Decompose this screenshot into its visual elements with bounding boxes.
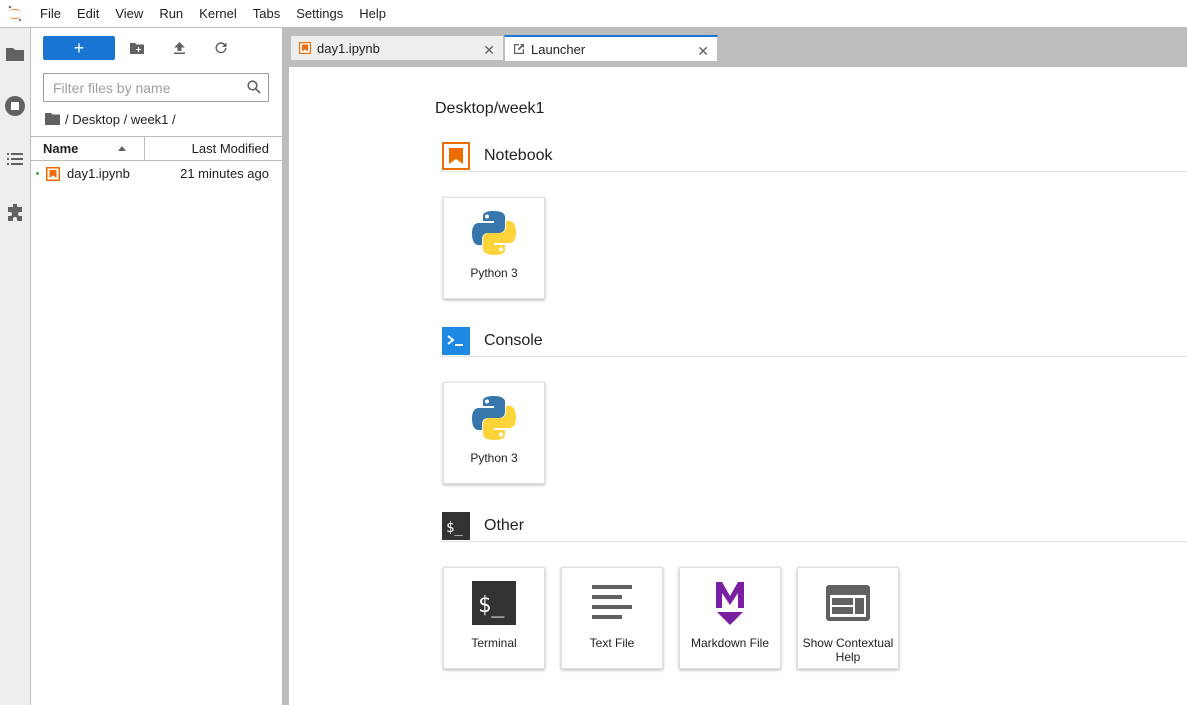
refresh-icon <box>215 42 227 54</box>
terminal-card[interactable]: $_ Terminal <box>443 567 545 669</box>
console-python3-card[interactable]: Python 3 <box>443 382 545 484</box>
plus-icon: + <box>73 38 85 58</box>
notebook-python3-card[interactable]: Python 3 <box>443 197 545 299</box>
menu-edit[interactable]: Edit <box>69 0 107 28</box>
terminal-icon: $_ <box>444 578 544 628</box>
stop-circle-icon <box>5 96 25 116</box>
new-folder-button[interactable] <box>125 38 149 58</box>
name-column-header[interactable]: Name <box>31 137 145 160</box>
menu-help[interactable]: Help <box>351 0 394 28</box>
menu-run[interactable]: Run <box>151 0 191 28</box>
breadcrumb-week1[interactable]: week1 <box>131 112 169 127</box>
markdown-file-card[interactable]: Markdown File <box>679 567 781 669</box>
tab-label: Launcher <box>531 41 586 57</box>
main-tab-bar: day1.ipynb ✕ Launcher ✕ <box>289 28 1187 67</box>
notebook-icon <box>299 42 311 54</box>
menu-kernel[interactable]: Kernel <box>191 0 245 28</box>
new-launcher-button[interactable]: + <box>43 36 115 60</box>
file-name: day1.ipynb <box>67 166 130 181</box>
text-file-card[interactable]: Text File <box>561 567 663 669</box>
menubar: File Edit View Run Kernel Tabs Settings … <box>0 0 1187 28</box>
home-folder-icon[interactable] <box>45 113 60 125</box>
markdown-icon <box>680 578 780 628</box>
console-section-header: Console <box>441 327 1187 357</box>
menu-tabs[interactable]: Tabs <box>245 0 288 28</box>
python-icon <box>444 393 544 443</box>
breadcrumb-desktop[interactable]: Desktop <box>72 112 120 127</box>
running-indicator <box>36 172 39 175</box>
breadcrumb-separator: / <box>172 111 176 127</box>
name-column-label: Name <box>43 141 79 156</box>
running-kernels-tab[interactable] <box>0 90 30 122</box>
refresh-button[interactable] <box>209 38 233 58</box>
card-label: Show Contextual Help <box>802 636 894 664</box>
last-modified-column-header[interactable]: Last Modified <box>192 137 269 160</box>
card-label: Terminal <box>471 636 517 650</box>
launcher-icon <box>513 43 525 55</box>
tab-label: day1.ipynb <box>317 40 380 56</box>
menu-view[interactable]: View <box>107 0 151 28</box>
menu-settings[interactable]: Settings <box>288 0 351 28</box>
terminal-icon: $_ <box>442 512 470 540</box>
left-activity-bar <box>0 28 31 705</box>
svg-text:$_: $_ <box>446 520 463 536</box>
tab-launcher[interactable]: Launcher ✕ <box>504 35 718 61</box>
list-icon <box>7 153 23 165</box>
notebook-icon <box>46 167 60 181</box>
section-title: Console <box>484 332 543 349</box>
file-list-header: Name Last Modified <box>31 136 282 161</box>
file-list-item[interactable]: day1.ipynb 21 minutes ago <box>31 163 282 185</box>
filter-files-input[interactable] <box>53 79 243 96</box>
filter-box <box>43 73 269 102</box>
upload-icon <box>173 42 185 54</box>
puzzle-icon <box>8 204 22 221</box>
upload-button[interactable] <box>167 38 191 58</box>
file-browser-tab[interactable] <box>0 38 30 70</box>
contextual-help-card[interactable]: Show Contextual Help <box>797 567 899 669</box>
current-directory: Desktop/week1 <box>435 100 545 117</box>
section-title: Notebook <box>484 147 553 164</box>
notebook-section-header: Notebook <box>441 142 1187 172</box>
svg-text:$_: $_ <box>478 593 505 618</box>
new-folder-icon <box>130 42 144 54</box>
console-icon <box>442 327 470 355</box>
search-icon <box>247 80 261 94</box>
section-title: Other <box>484 517 525 534</box>
file-modified: 21 minutes ago <box>180 166 269 181</box>
python-icon <box>444 208 544 258</box>
extension-manager-tab[interactable] <box>0 197 30 229</box>
sort-ascending-icon <box>118 146 126 151</box>
breadcrumb: / Desktop / week1 / <box>45 110 176 128</box>
close-icon[interactable]: ✕ <box>697 43 709 60</box>
card-label: Markdown File <box>690 636 770 650</box>
contextual-help-icon <box>798 578 898 628</box>
card-label: Text File <box>589 636 635 650</box>
jupyter-logo-icon <box>0 0 30 28</box>
launcher-panel: Desktop/week1 Notebook Python 3 Console … <box>289 67 1187 705</box>
tab-day1-ipynb[interactable]: day1.ipynb ✕ <box>290 35 504 60</box>
card-label: Python 3 <box>470 266 518 280</box>
file-browser: + / Desktop / week1 / Name Last Modified <box>31 28 282 705</box>
menu-file[interactable]: File <box>30 0 69 28</box>
text-file-icon <box>562 578 662 628</box>
folder-icon <box>6 48 24 61</box>
file-browser-toolbar: + <box>31 28 282 68</box>
table-of-contents-tab[interactable] <box>0 143 30 175</box>
close-icon[interactable]: ✕ <box>483 42 495 59</box>
panel-splitter[interactable] <box>282 28 289 705</box>
other-section-header: $_ Other <box>441 512 1187 542</box>
card-label: Python 3 <box>470 451 518 465</box>
notebook-icon <box>442 142 470 170</box>
